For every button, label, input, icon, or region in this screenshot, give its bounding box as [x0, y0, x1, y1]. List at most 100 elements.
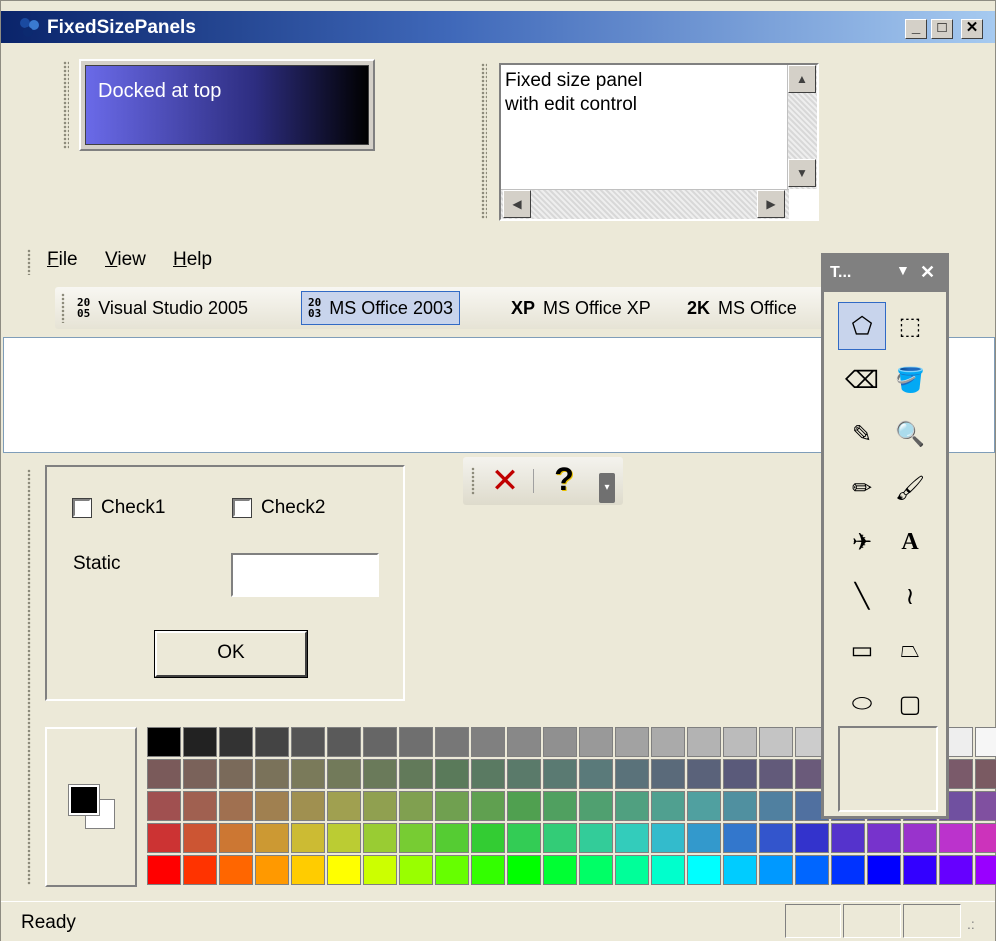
- text-icon[interactable]: A: [886, 518, 934, 566]
- color-swatch[interactable]: [615, 759, 649, 789]
- rect-select-icon[interactable]: ⬚: [886, 302, 934, 350]
- style-ms-office-2000-button[interactable]: 2K MS Office: [681, 291, 803, 325]
- color-swatch[interactable]: [687, 791, 721, 821]
- color-swatch[interactable]: [327, 759, 361, 789]
- color-swatch[interactable]: [255, 791, 289, 821]
- color-swatch[interactable]: [255, 727, 289, 757]
- color-swatch[interactable]: [507, 759, 541, 789]
- color-swatch[interactable]: [291, 727, 325, 757]
- color-swatch[interactable]: [399, 791, 433, 821]
- color-swatch[interactable]: [327, 823, 361, 853]
- color-swatch[interactable]: [291, 791, 325, 821]
- color-swatch[interactable]: [543, 791, 577, 821]
- color-swatch[interactable]: [363, 791, 397, 821]
- color-swatch[interactable]: [471, 791, 505, 821]
- color-selector[interactable]: [45, 727, 137, 887]
- color-swatch[interactable]: [795, 855, 829, 885]
- menu-help[interactable]: Help: [173, 249, 212, 271]
- color-swatch[interactable]: [219, 823, 253, 853]
- color-swatch[interactable]: [363, 823, 397, 853]
- style-ms-office-2003-button[interactable]: 20 03 MS Office 2003: [301, 291, 460, 325]
- color-swatch[interactable]: [183, 855, 217, 885]
- color-swatch[interactable]: [219, 727, 253, 757]
- panel-grip-icon[interactable]: [481, 63, 487, 219]
- static-edit-field[interactable]: [231, 553, 379, 597]
- menu-view[interactable]: View: [105, 249, 146, 271]
- color-swatch[interactable]: [723, 791, 757, 821]
- color-swatch[interactable]: [939, 823, 973, 853]
- color-swatch[interactable]: [363, 759, 397, 789]
- color-swatch[interactable]: [615, 855, 649, 885]
- color-swatch[interactable]: [435, 791, 469, 821]
- color-swatch[interactable]: [147, 855, 181, 885]
- fill-bucket-icon[interactable]: 🪣: [886, 356, 934, 404]
- color-swatch[interactable]: [183, 759, 217, 789]
- color-swatch[interactable]: [471, 823, 505, 853]
- color-swatch[interactable]: [651, 791, 685, 821]
- curve-icon[interactable]: ≀: [886, 572, 934, 620]
- color-swatch[interactable]: [399, 823, 433, 853]
- color-swatch[interactable]: [975, 823, 996, 853]
- color-swatch[interactable]: [903, 855, 937, 885]
- color-swatch[interactable]: [543, 823, 577, 853]
- color-swatch[interactable]: [183, 823, 217, 853]
- color-swatch[interactable]: [867, 823, 901, 853]
- color-swatch[interactable]: [615, 727, 649, 757]
- polygon-icon[interactable]: ⏢: [886, 626, 934, 674]
- color-swatch[interactable]: [255, 855, 289, 885]
- title-bar[interactable]: FixedSizePanels _ □ ✕: [1, 11, 995, 43]
- edit-panel[interactable]: Fixed size panel with edit control ▲ ▼ ◀…: [499, 63, 819, 221]
- color-swatch[interactable]: [651, 855, 685, 885]
- color-swatch[interactable]: [615, 823, 649, 853]
- color-swatch[interactable]: [651, 823, 685, 853]
- color-swatch[interactable]: [507, 855, 541, 885]
- color-swatch[interactable]: [687, 759, 721, 789]
- rectangle-icon[interactable]: ▭: [838, 626, 886, 674]
- delete-icon[interactable]: ✕: [487, 463, 523, 499]
- airbrush-icon[interactable]: ✈: [838, 518, 886, 566]
- size-grip-icon[interactable]: .:: [967, 916, 987, 936]
- color-swatch[interactable]: [939, 855, 973, 885]
- style-visual-studio-2005-button[interactable]: 20 05 Visual Studio 2005: [71, 291, 254, 325]
- color-swatch[interactable]: [759, 791, 793, 821]
- minimize-button[interactable]: _: [905, 19, 927, 39]
- color-swatch[interactable]: [795, 823, 829, 853]
- color-swatch[interactable]: [831, 855, 865, 885]
- color-swatch[interactable]: [543, 727, 577, 757]
- foreground-color-swatch[interactable]: [68, 784, 100, 816]
- edit-control-text[interactable]: Fixed size panel with edit control: [505, 69, 642, 117]
- tools-window-menu-icon[interactable]: ▼: [896, 262, 910, 278]
- pencil-icon[interactable]: ✏: [838, 464, 886, 512]
- color-swatch[interactable]: [543, 759, 577, 789]
- color-swatch[interactable]: [723, 727, 757, 757]
- menu-file[interactable]: File: [47, 249, 78, 271]
- rounded-rect-icon[interactable]: ▢: [886, 680, 934, 728]
- color-swatch[interactable]: [579, 727, 613, 757]
- color-swatch[interactable]: [363, 727, 397, 757]
- color-swatch[interactable]: [615, 791, 649, 821]
- check2-checkbox[interactable]: Check2: [232, 497, 325, 519]
- color-swatch[interactable]: [435, 727, 469, 757]
- color-swatch[interactable]: [255, 823, 289, 853]
- scroll-down-icon[interactable]: ▼: [788, 159, 816, 187]
- floating-toolbar-grip-icon[interactable]: [471, 467, 475, 495]
- color-swatch[interactable]: [471, 855, 505, 885]
- color-swatch[interactable]: [507, 823, 541, 853]
- color-swatch[interactable]: [291, 759, 325, 789]
- magnifier-icon[interactable]: 🔍: [886, 410, 934, 458]
- color-swatch[interactable]: [723, 759, 757, 789]
- color-swatch[interactable]: [327, 727, 361, 757]
- color-swatch[interactable]: [435, 855, 469, 885]
- tool-options-area[interactable]: [838, 726, 938, 812]
- color-swatch[interactable]: [183, 791, 217, 821]
- color-swatch[interactable]: [399, 727, 433, 757]
- color-swatch[interactable]: [147, 823, 181, 853]
- left-panel-grip-icon[interactable]: [27, 469, 31, 885]
- color-swatch[interactable]: [579, 855, 613, 885]
- color-swatch[interactable]: [471, 727, 505, 757]
- style-ms-office-xp-button[interactable]: XP MS Office XP: [505, 291, 657, 325]
- close-button[interactable]: ✕: [961, 19, 983, 39]
- color-swatch[interactable]: [579, 823, 613, 853]
- color-swatch[interactable]: [507, 727, 541, 757]
- menubar-grip-icon[interactable]: [27, 249, 31, 275]
